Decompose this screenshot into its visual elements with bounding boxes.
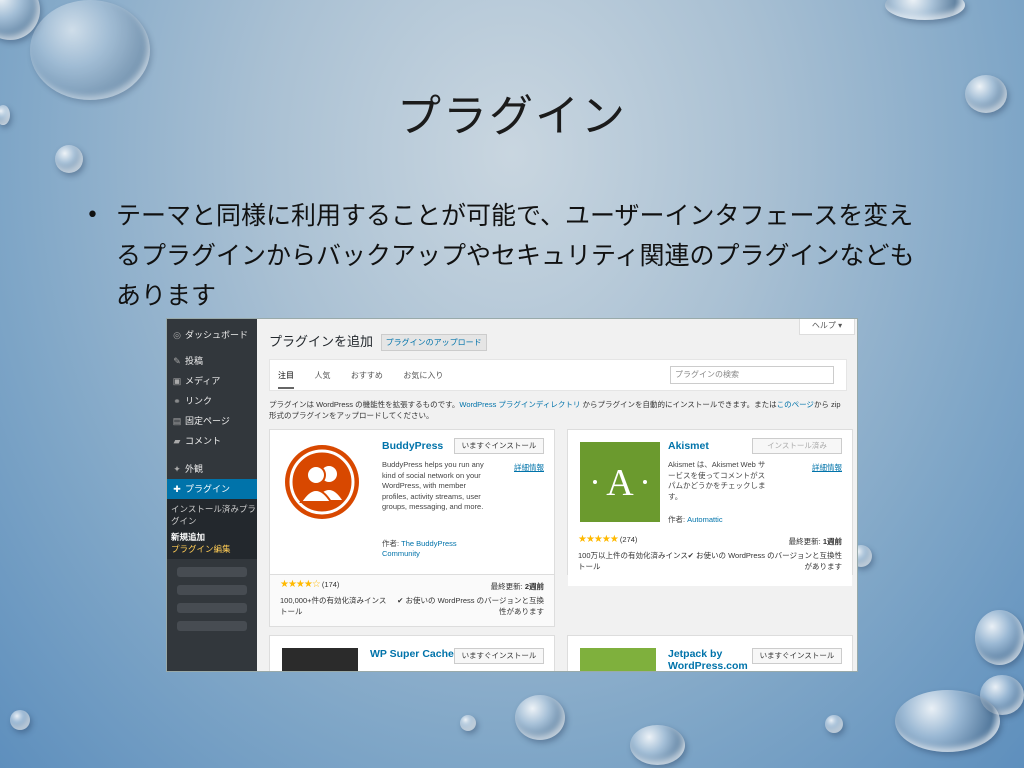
- active-installs: 100,000+件の有効化済みインストール: [280, 596, 387, 616]
- sidebar-item-appearance[interactable]: ✦ 外観: [167, 459, 257, 479]
- pin-icon: ✎: [173, 356, 181, 366]
- sidebar-item-dashboard[interactable]: ◎ ダッシュボード: [167, 325, 257, 345]
- wp-super-cache-logo: [282, 648, 358, 671]
- svg-text:A: A: [606, 462, 634, 504]
- install-now-button[interactable]: いますぐインストール: [454, 648, 544, 664]
- plugin-name[interactable]: Akismet: [668, 440, 709, 452]
- plugin-card-buddypress: BuddyPress いますぐインストール 詳細情報 BuddyPress he…: [269, 429, 555, 627]
- water-drop: [10, 710, 30, 730]
- submenu-installed-plugins[interactable]: インストール済みプラグイン: [171, 503, 257, 527]
- blurred-menu-item: [177, 603, 247, 613]
- appearance-icon: ✦: [173, 464, 181, 474]
- main-content: ヘルプ ▾ プラグインを追加 プラグインのアップロード 注目 人気 おすすめ お…: [257, 319, 857, 671]
- filter-bar: 注目 人気 おすすめ お気に入り プラグインの検索: [269, 359, 847, 391]
- install-now-button[interactable]: いますぐインストール: [454, 438, 544, 454]
- last-updated: 最終更新: 1週前: [788, 537, 842, 546]
- sidebar-item-pages[interactable]: ▤ 固定ページ: [167, 411, 257, 431]
- media-icon: ▣: [172, 376, 182, 386]
- intro-text: プラグインは WordPress の機能性を拡張するものです。WordPress…: [269, 400, 841, 420]
- compatibility: ✔ お使いの WordPress のバージョンと互換性があります: [397, 596, 544, 616]
- submenu-plugin-editor[interactable]: プラグイン編集: [171, 543, 257, 555]
- upload-plugin-button[interactable]: プラグインのアップロード: [380, 334, 487, 352]
- wordpress-screenshot: ◎ ダッシュボード ✎ 投稿 ▣ メディア ⚭ リンク ▤ 固定ページ ▰ コメント ✦ 外観…: [166, 318, 858, 672]
- sidebar-item-media[interactable]: ▣ メディア: [167, 371, 257, 391]
- plugin-author: 作者: Automattic: [668, 515, 723, 524]
- blurred-menu-item: [177, 585, 247, 595]
- plugin-submenu: インストール済みプラグイン 新規追加 プラグイン編集: [167, 499, 257, 559]
- last-updated: 最終更新: 2週前: [490, 582, 544, 591]
- dashboard-icon: ◎: [173, 330, 181, 340]
- plugin-search-input[interactable]: プラグインの検索: [670, 366, 834, 384]
- bullet-text: テーマと同様に利用することが可能で、ユーザーインタフェースを変えるプラグインから…: [116, 201, 915, 310]
- plugin-description: BuddyPress helps you run any kind of soc…: [382, 460, 484, 511]
- akismet-logo: A: [580, 442, 660, 522]
- compatibility: ✔ お使いの WordPress のバージョンと互換性があります: [687, 551, 842, 571]
- water-drop: [515, 695, 565, 740]
- blurred-menu-item: [177, 621, 247, 631]
- bullet-dot: •: [86, 203, 99, 228]
- plugin-card-wp-super-cache: WP Super Cache いますぐインストール: [269, 635, 555, 671]
- plugin-name[interactable]: WP Super Cache: [370, 648, 454, 660]
- sidebar-item-posts[interactable]: ✎ 投稿: [167, 351, 257, 371]
- plugin-directory-link[interactable]: WordPress プラグインディレクトリ: [459, 400, 580, 409]
- star-rating-icon: ★★★★★: [578, 534, 619, 545]
- plugin-description: Akismet は、Akismet Web サービスを使ってコメントがスパムかど…: [668, 460, 766, 501]
- water-drop: [825, 715, 843, 733]
- sidebar-item-comments[interactable]: ▰ コメント: [167, 431, 257, 451]
- this-page-link[interactable]: このページ: [777, 400, 814, 409]
- plugin-author: 作者: The BuddyPress Community: [382, 539, 457, 558]
- help-tab[interactable]: ヘルプ ▾: [799, 319, 855, 335]
- comment-icon: ▰: [173, 436, 181, 446]
- more-details-link[interactable]: 詳細情報: [812, 462, 842, 473]
- active-installs: 100万以上件の有効化済みインストール: [578, 551, 688, 571]
- tab-featured[interactable]: 注目: [278, 370, 294, 389]
- install-now-button[interactable]: いますぐインストール: [752, 648, 842, 664]
- plugin-card-jetpack: Jetpack by WordPress.com いますぐインストール: [567, 635, 853, 671]
- plugin-icon: ✚: [173, 484, 181, 494]
- jetpack-logo: [580, 648, 656, 671]
- blurred-menu-item: [177, 567, 247, 577]
- rating: ★★★★☆ (174): [280, 579, 340, 590]
- water-drop: [630, 725, 685, 765]
- water-drop: [460, 715, 476, 731]
- page-title: プラグインを追加 プラグインのアップロード: [269, 331, 487, 352]
- water-drop: [975, 610, 1024, 665]
- plugin-name[interactable]: Jetpack by WordPress.com: [668, 648, 758, 671]
- plugin-card-akismet: A Akismet インストール済み 詳細情報 Akismet は、Akisme…: [567, 429, 853, 586]
- water-drop: [885, 0, 965, 20]
- sidebar-item-links[interactable]: ⚭ リンク: [167, 391, 257, 411]
- water-drop: [895, 690, 1000, 752]
- bullet-point: • テーマと同様に利用することが可能で、ユーザーインタフェースを変えるプラグイン…: [86, 196, 916, 316]
- water-drop: [55, 145, 83, 173]
- slide-title: プラグイン: [397, 91, 627, 142]
- page-icon: ▤: [172, 416, 182, 426]
- installed-button: インストール済み: [752, 438, 842, 454]
- star-rating-icon: ★★★★☆: [280, 579, 321, 590]
- plugin-name[interactable]: BuddyPress: [382, 440, 443, 452]
- tab-popular[interactable]: 人気: [314, 370, 330, 381]
- sidebar-item-plugins[interactable]: ✚ プラグイン: [167, 479, 257, 499]
- tab-recommended[interactable]: おすすめ: [351, 370, 383, 381]
- more-details-link[interactable]: 詳細情報: [514, 462, 544, 473]
- rating: ★★★★★ (274): [578, 534, 638, 545]
- tab-favorites[interactable]: お気に入り: [403, 370, 443, 381]
- buddypress-logo: [282, 442, 362, 522]
- admin-sidebar: ◎ ダッシュボード ✎ 投稿 ▣ メディア ⚭ リンク ▤ 固定ページ ▰ コメント ✦ 外観…: [167, 319, 257, 671]
- link-icon: ⚭: [173, 396, 181, 406]
- submenu-add-new[interactable]: 新規追加: [171, 531, 257, 543]
